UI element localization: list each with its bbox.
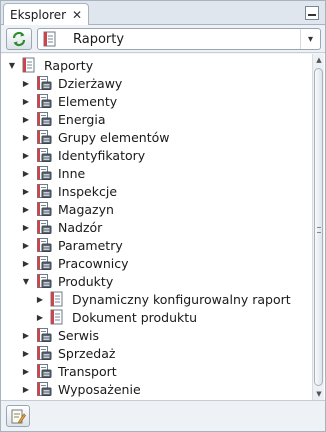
tree-item-label: Dzierżawy (58, 75, 123, 91)
report-folder-icon (36, 327, 52, 343)
bottom-toolbar (1, 400, 325, 431)
tree-item-dokument-produktu[interactable]: ▶ Dokument produktu (1, 308, 311, 326)
report-folder-icon (36, 129, 52, 145)
tree-item-label: Produkty (58, 273, 114, 289)
expand-arrow-icon[interactable]: ▶ (21, 186, 31, 196)
tab-bar: Eksplorer ✕ (1, 1, 325, 25)
tree-item-label: Identyfikatory (58, 147, 146, 163)
expand-arrow-icon[interactable]: ▶ (35, 312, 45, 322)
scroll-up-icon[interactable]: ▲ (313, 54, 325, 66)
tree-item-parametry[interactable]: ▶ Parametry (1, 236, 311, 254)
expand-arrow-icon[interactable]: ▶ (21, 114, 31, 124)
expand-arrow-icon[interactable]: ▶ (21, 96, 31, 106)
tree-item-label: Elementy (58, 93, 118, 109)
tree-item-label: Magazyn (58, 201, 114, 217)
report-folder-icon (36, 111, 52, 127)
report-root-icon (22, 57, 38, 73)
report-folder-icon (36, 147, 52, 163)
tree-item-magazyn[interactable]: ▶ Magazyn (1, 200, 311, 218)
tree-item-identyfikatory[interactable]: ▶ Identyfikatory (1, 146, 311, 164)
expand-arrow-icon[interactable]: ▶ (21, 384, 31, 394)
tree-item-label: Pracownicy (58, 255, 129, 271)
tree-item-wyposażenie[interactable]: ▶ Wyposażenie (1, 380, 311, 398)
close-icon[interactable]: ✕ (70, 8, 84, 22)
expand-arrow-icon[interactable]: ▶ (21, 78, 31, 88)
tree-item-serwis[interactable]: ▶ Serwis (1, 326, 311, 344)
expand-arrow-icon[interactable]: ▶ (21, 366, 31, 376)
tree-item-nadzór[interactable]: ▶ Nadzór (1, 218, 311, 236)
report-folder-icon (36, 93, 52, 109)
expand-arrow-icon[interactable]: ▶ (21, 150, 31, 160)
tree-item-dynamiczny-konfigurowalny-raport[interactable]: ▶ Dynamiczny konfigurowalny raport (1, 290, 311, 308)
tab-explorer[interactable]: Eksplorer ✕ (3, 3, 89, 25)
scroll-grip (317, 227, 321, 233)
report-folder-icon (36, 201, 52, 217)
report-folder-icon (36, 237, 52, 253)
report-folder-icon (36, 219, 52, 235)
report-folder-icon (36, 363, 52, 379)
collapse-arrow-icon[interactable]: ▼ (21, 276, 31, 286)
toolbar: Raporty ▾ (1, 25, 325, 53)
report-tree: ▼ Raporty ▶ Dzierżawy ▶ Elementy ▶ Energia ▶ Grup… (1, 54, 325, 400)
expand-arrow-icon[interactable]: ▶ (21, 132, 31, 142)
tree-item-dzierżawy[interactable]: ▶ Dzierżawy (1, 74, 311, 92)
tree-item-transport[interactable]: ▶ Transport (1, 362, 311, 380)
minimize-button[interactable] (305, 6, 319, 20)
expand-arrow-icon[interactable]: ▶ (21, 330, 31, 340)
tree-item-produkty[interactable]: ▼ Produkty (1, 272, 311, 290)
expand-arrow-icon[interactable]: ▶ (21, 168, 31, 178)
tree-item-label: Wyposażenie (58, 381, 141, 397)
tree-item-sprzedaż[interactable]: ▶ Sprzedaż (1, 344, 311, 362)
tree-item-label: Sprzedaż (58, 345, 116, 361)
report-folder-icon (36, 381, 52, 397)
tree-item-label: Transport (58, 363, 117, 379)
vertical-scrollbar[interactable]: ▲ ▼ (312, 54, 324, 400)
expand-arrow-icon[interactable]: ▶ (35, 294, 45, 304)
expand-arrow-icon[interactable]: ▶ (21, 222, 31, 232)
expand-arrow-icon[interactable]: ▶ (21, 240, 31, 250)
refresh-icon (12, 31, 26, 47)
report-folder-icon (36, 273, 52, 289)
chevron-down-icon[interactable]: ▾ (300, 29, 320, 49)
tree-item-raporty[interactable]: ▼ Raporty (1, 56, 311, 74)
tree-list: ▼ Raporty ▶ Dzierżawy ▶ Elementy ▶ Energia ▶ Grup… (1, 56, 311, 398)
tree-item-label: Dynamiczny konfigurowalny raport (72, 291, 291, 307)
tree-item-elementy[interactable]: ▶ Elementy (1, 92, 311, 110)
report-folder-icon (36, 183, 52, 199)
expand-arrow-icon[interactable]: ▶ (21, 258, 31, 268)
edit-report-icon (11, 409, 26, 424)
expand-arrow-icon[interactable]: ▶ (21, 204, 31, 214)
report-folder-icon (36, 345, 52, 361)
report-folder-icon (36, 165, 52, 181)
tree-item-label: Inne (58, 165, 86, 181)
select-value: Raporty (73, 31, 125, 47)
scroll-down-icon[interactable]: ▼ (313, 388, 325, 400)
edit-report-button[interactable] (6, 405, 30, 427)
expand-arrow-icon[interactable]: ▶ (21, 348, 31, 358)
tree-item-label: Energia (58, 111, 106, 127)
collapse-arrow-icon[interactable]: ▼ (7, 60, 17, 70)
tree-item-label: Nadzór (58, 219, 103, 235)
report-icon (43, 31, 56, 47)
report-document-icon (50, 309, 66, 325)
tree-item-label: Dokument produktu (72, 309, 198, 325)
tab-title: Eksplorer (10, 7, 67, 22)
tree-item-inspekcje[interactable]: ▶ Inspekcje (1, 182, 311, 200)
tree-item-label: Inspekcje (58, 183, 118, 199)
report-folder-icon (36, 75, 52, 91)
report-folder-icon (36, 255, 52, 271)
explorer-panel: Eksplorer ✕ Raporty ▾ ▼ Raporty ▶ Dzierż… (0, 0, 326, 432)
tree-item-label: Serwis (58, 327, 99, 343)
report-category-select[interactable]: Raporty ▾ (37, 28, 321, 50)
tree-item-grupy-elementów[interactable]: ▶ Grupy elementów (1, 128, 311, 146)
tree-item-label: Parametry (58, 237, 123, 253)
tree-item-pracownicy[interactable]: ▶ Pracownicy (1, 254, 311, 272)
tree-item-energia[interactable]: ▶ Energia (1, 110, 311, 128)
tree-item-label: Grupy elementów (58, 129, 170, 145)
tree-item-inne[interactable]: ▶ Inne (1, 164, 311, 182)
tree-item-label: Raporty (44, 57, 94, 73)
scroll-thumb[interactable] (314, 68, 323, 386)
report-document-icon (50, 291, 66, 307)
refresh-button[interactable] (6, 28, 32, 50)
